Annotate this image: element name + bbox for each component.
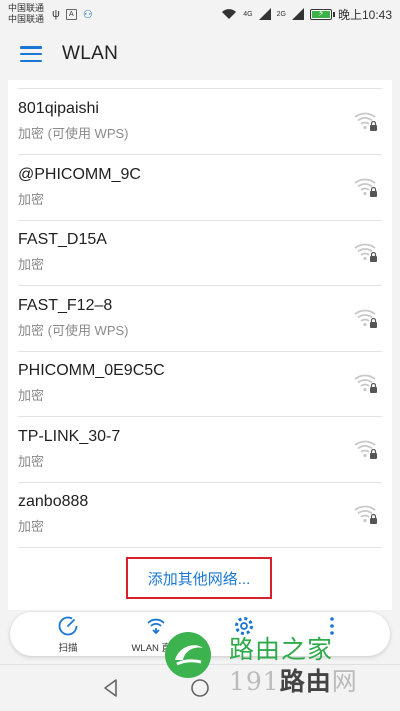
network-item[interactable]: @PHICOMM_9C 加密 [8,156,392,221]
wifi-locked-icon [354,112,377,131]
network-item[interactable]: FAST_F12–8 加密 (可使用 WPS) [8,287,392,352]
network-item[interactable]: zanbo888 加密 [8,483,392,548]
menu-icon-bar-3 [20,59,42,62]
watermark-text-1: 路由之家 [229,635,334,664]
network-ssid: TP-LINK_30-7 [18,427,121,445]
network-security: 加密 (可使用 WPS) [18,126,129,141]
network-ssid: FAST_F12–8 [18,296,113,314]
scan-button[interactable]: 扫描 [28,612,108,656]
battery-icon: ⚡ [309,7,335,20]
charging-icon: ⚡ [317,7,325,18]
signal-2-icon [291,8,304,20]
scan-label: 扫描 [58,643,78,654]
wifi-locked-icon [354,243,377,262]
network-ssid: PHICOMM_0E9C5C [18,362,165,379]
network-security: 加密 [18,191,45,207]
carrier-1: 中国联通 [8,3,45,13]
network-ssid: 801qipaishi [18,100,99,117]
watermark-suffix: 网 [331,667,358,696]
network-list[interactable]: 801qipaishi 加密 (可使用 WPS) @PHICOMM_9C 加密 FAST… [8,80,392,610]
add-network-label: 添加其他网络... [147,570,251,588]
list-top-divider [18,88,382,89]
watermark: 路由之家 191路由网 [163,622,400,711]
wifi-locked-icon [354,440,377,459]
wifi-locked-icon [354,309,377,328]
watermark-text-2: 191路由网 [229,662,358,698]
scan-icon [58,616,78,636]
usb-icon: ψ [52,8,60,20]
network-security: 加密 (可使用 WPS) [18,322,129,338]
carrier-info: 中国联通 中国联通 [8,3,44,25]
menu-button[interactable] [20,46,42,62]
network-item[interactable]: 801qipaishi 加密 (可使用 WPS) [8,90,392,155]
network-item[interactable]: TP-LINK_30-7 加密 [8,418,392,483]
app-bar: WLAN [0,28,400,80]
network-item[interactable]: FAST_D15A 加密 [8,221,392,286]
network-ssid: @PHICOMM_9C [18,165,141,183]
wifi-locked-icon [354,178,377,197]
network-item[interactable]: PHICOMM_0E9C5C 加密 [8,352,392,417]
back-icon[interactable] [100,677,122,699]
network-security: 加密 [18,388,45,403]
network-security: 加密 [18,519,45,534]
network-security: 加密 [18,257,45,272]
menu-icon-bar-1 [20,46,42,49]
network-security: 加密 [18,453,45,469]
network-type-1: 4G [243,10,253,18]
app-notification-icon: ⚇ [82,8,93,21]
signal-1-icon [258,8,271,20]
wifi-status-icon [222,9,237,19]
page-title: WLAN [62,43,119,64]
notification-a-icon: A [65,8,77,20]
network-type-2: 2G [276,10,286,18]
add-other-network-button[interactable]: 添加其他网络... [126,557,272,599]
network-ssid: zanbo888 [18,493,89,510]
status-bar: 中国联通 中国联通 ψ A ⚇ 4G 2G ⚡ 晚上10:43 [0,0,400,28]
watermark-prefix: 191 [229,667,280,696]
watermark-bold: 路由 [279,667,332,696]
notification-icons: ψ A ⚇ [52,8,93,21]
network-ssid: FAST_D15A [18,231,107,248]
carrier-2: 中国联通 [8,14,45,24]
clock: 晚上10:43 [337,7,392,22]
menu-icon-bar-2 [20,52,42,56]
wifi-locked-icon [354,374,377,393]
network-divider [18,547,382,548]
watermark-logo-icon [165,632,211,678]
wifi-locked-icon [354,505,377,524]
